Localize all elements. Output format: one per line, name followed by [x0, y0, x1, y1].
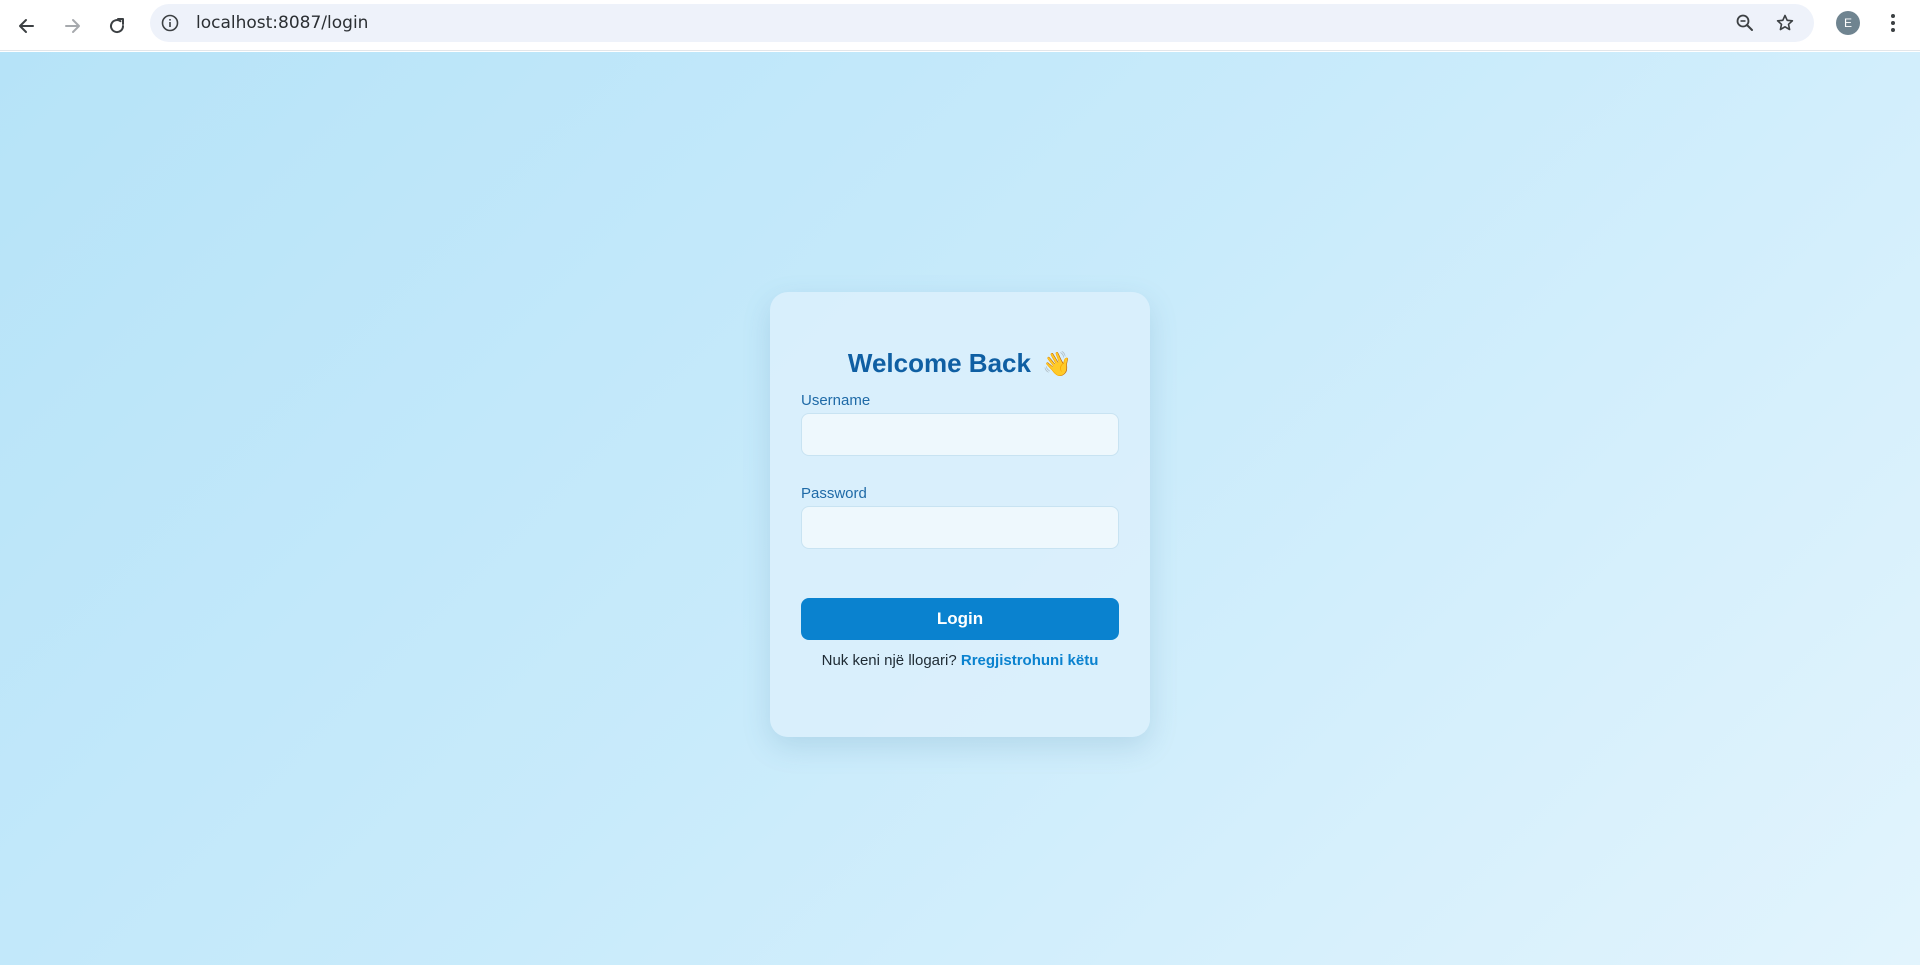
title-text: Welcome Back: [847, 348, 1031, 378]
login-card: Welcome Back 👋 Username Password Login N…: [770, 292, 1150, 737]
waving-hand-icon: 👋: [1042, 351, 1073, 378]
login-button[interactable]: Login: [801, 598, 1119, 640]
page-title: Welcome Back 👋: [770, 348, 1150, 379]
star-icon[interactable]: [1770, 8, 1800, 38]
register-prompt: Nuk keni një llogari?: [821, 652, 957, 669]
register-link[interactable]: Rregjistrohuni këtu: [961, 652, 1099, 669]
username-field[interactable]: [801, 413, 1119, 456]
reload-button[interactable]: [99, 8, 135, 44]
url-text[interactable]: localhost:8087/login: [196, 4, 368, 42]
register-prompt-row: Nuk keni një llogari? Rregjistrohuni kët…: [770, 652, 1150, 669]
arrow-right-icon: [65, 19, 80, 33]
forward-button[interactable]: [54, 8, 90, 44]
kebab-menu-icon[interactable]: [1878, 8, 1908, 38]
back-button[interactable]: [9, 8, 45, 44]
info-icon[interactable]: [160, 13, 180, 33]
profile-avatar[interactable]: E: [1836, 11, 1860, 35]
zoom-icon[interactable]: [1730, 8, 1760, 38]
password-field[interactable]: [801, 506, 1119, 549]
reload-icon: [110, 18, 125, 34]
address-bar[interactable]: localhost:8087/login: [150, 4, 1814, 42]
browser-toolbar: localhost:8087/login E: [0, 0, 1920, 51]
page-background: Welcome Back 👋 Username Password Login N…: [0, 52, 1920, 965]
arrow-left-icon: [19, 19, 34, 33]
password-label: Password: [801, 485, 867, 502]
username-label: Username: [801, 392, 871, 409]
